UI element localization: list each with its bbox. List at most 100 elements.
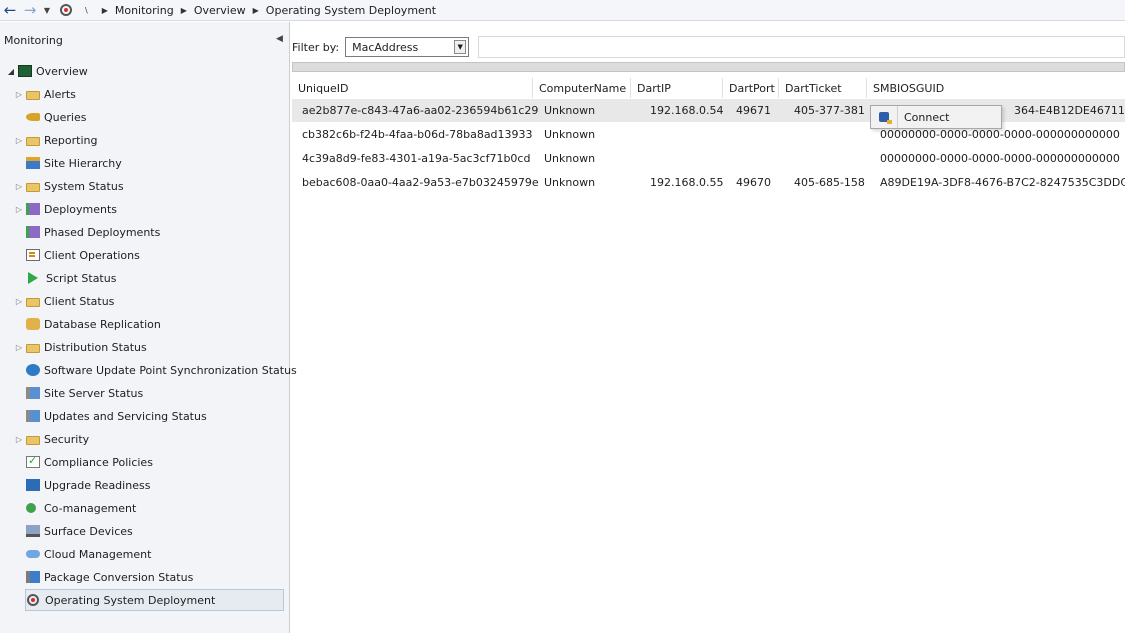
filter-value: MacAddress xyxy=(352,40,419,54)
tree-item-label: Client Status xyxy=(44,294,115,308)
tree-item-updates-servicing[interactable]: Updates and Servicing Status xyxy=(26,406,207,426)
tree-item-cloud-management[interactable]: Cloud Management xyxy=(26,544,151,564)
connect-icon xyxy=(871,106,898,128)
column-header[interactable]: SMBIOSGUID xyxy=(867,78,1125,98)
grid-toolbar xyxy=(292,62,1125,72)
column-header[interactable]: DartIP xyxy=(631,78,723,98)
chevron-down-icon[interactable]: ▼ xyxy=(454,40,467,54)
cell-uniqueid: bebac608-0aa0-4aa2-9a53-e7b03245979e xyxy=(302,176,539,189)
tree-item-database-replication[interactable]: Database Replication xyxy=(26,314,161,334)
osd-icon xyxy=(60,4,72,16)
tree-item-label: Package Conversion Status xyxy=(44,570,194,584)
tree-item-client-operations[interactable]: Client Operations xyxy=(26,245,140,265)
database-icon xyxy=(26,318,40,330)
tree-item-reporting[interactable]: ▷ Reporting xyxy=(12,130,98,150)
tree-item-label: Cloud Management xyxy=(44,547,152,561)
filter-dropdown[interactable]: MacAddress ▼ xyxy=(345,37,470,57)
tree-item-label: Queries xyxy=(44,110,87,124)
tree-item-co-management[interactable]: Co-management xyxy=(26,498,136,518)
collapse-pane-icon[interactable]: ◀ xyxy=(276,34,283,44)
back-arrow-icon[interactable]: ← xyxy=(0,0,20,20)
tree-item-label: Overview xyxy=(36,64,88,78)
tree-item-label: Deployments xyxy=(44,202,118,216)
tree-item-overview[interactable]: ◢ Overview xyxy=(4,61,88,81)
breadcrumb-arrow-icon: ▶ xyxy=(180,5,187,15)
collapsed-arrow-icon[interactable]: ▷ xyxy=(12,343,26,352)
tree-item-label: Phased Deployments xyxy=(44,225,161,239)
column-header[interactable]: ComputerName xyxy=(533,78,631,98)
osd-icon xyxy=(27,594,39,606)
cell-smbiosguid: 364-E4B12DE46711 xyxy=(1014,104,1125,117)
breadcrumb-arrow-icon: ▶ xyxy=(252,5,259,15)
cell-dartticket: 405-377-381 xyxy=(794,104,865,117)
tree-item-site-server-status[interactable]: Site Server Status xyxy=(26,383,143,403)
tree-item-label: Co-management xyxy=(44,501,137,515)
deployments-icon xyxy=(26,203,40,215)
cell-smbiosguid: A89DE19A-3DF8-4676-B7C2-8247535C3DDC xyxy=(880,176,1125,189)
tree-item-system-status[interactable]: ▷ System Status xyxy=(12,176,124,196)
column-header[interactable]: DartPort xyxy=(723,78,779,98)
cell-uniqueid: ae2b877e-c843-47a6-aa02-236594b61c29 xyxy=(302,104,539,117)
folder-icon xyxy=(26,435,40,445)
tree-item-alerts[interactable]: ▷ Alerts xyxy=(12,84,76,104)
tree-item-compliance-policies[interactable]: Compliance Policies xyxy=(26,452,153,472)
tree-item-label: Site Server Status xyxy=(44,386,144,400)
tree-item-site-hierarchy[interactable]: Site Hierarchy xyxy=(26,153,122,173)
collapsed-arrow-icon[interactable]: ▷ xyxy=(12,136,26,145)
root-separator: \ xyxy=(85,5,88,15)
tree-item-label: Script Status xyxy=(46,271,117,285)
sync-icon xyxy=(26,364,40,376)
cloud-icon xyxy=(26,550,40,558)
tree-item-upgrade-readiness[interactable]: Upgrade Readiness xyxy=(26,475,150,495)
tree-item-surface-devices[interactable]: Surface Devices xyxy=(26,521,133,541)
folder-icon xyxy=(26,297,40,307)
tree-item-label: Client Operations xyxy=(44,248,140,262)
tree-item-label: Surface Devices xyxy=(44,524,133,538)
collapsed-arrow-icon[interactable]: ▷ xyxy=(12,297,26,306)
tree-item-label: Site Hierarchy xyxy=(44,156,122,170)
query-icon xyxy=(26,113,40,121)
expanded-arrow-icon[interactable]: ◢ xyxy=(4,67,18,76)
tree-item-phased-deployments[interactable]: Phased Deployments xyxy=(26,222,160,242)
navigation-pane: Monitoring ◀ ◢ Overview ▷ Alerts Queries… xyxy=(0,22,297,633)
table-row[interactable]: 4c39a8d9-fe83-4301-a19a-5ac3cf71b0cd Unk… xyxy=(292,147,1125,170)
nav-pane-title: Monitoring xyxy=(4,34,63,47)
tree-item-operating-system-deployment[interactable]: Operating System Deployment xyxy=(25,589,284,611)
collapsed-arrow-icon[interactable]: ▷ xyxy=(12,90,26,99)
tree-item-deployments[interactable]: ▷ Deployments xyxy=(12,199,117,219)
cell-dartip: 192.168.0.54 xyxy=(650,104,724,117)
tree-item-sup-sync-status[interactable]: Software Update Point Synchronization St… xyxy=(26,360,297,380)
context-menu-connect[interactable]: Connect xyxy=(898,111,949,124)
column-header[interactable]: UniqueID xyxy=(292,78,533,98)
column-header[interactable]: DartTicket xyxy=(779,78,867,98)
tree-item-client-status[interactable]: ▷ Client Status xyxy=(12,291,114,311)
tree-item-distribution-status[interactable]: ▷ Distribution Status xyxy=(12,337,147,357)
tree-item-label: Operating System Deployment xyxy=(45,593,216,607)
folder-icon xyxy=(26,136,40,146)
cell-computername: Unknown xyxy=(544,104,596,117)
folder-icon xyxy=(26,90,40,100)
cell-computername: Unknown xyxy=(544,128,596,141)
cell-dartport: 49670 xyxy=(736,176,771,189)
client-operations-icon xyxy=(26,249,40,261)
collapsed-arrow-icon[interactable]: ▷ xyxy=(12,205,26,214)
history-dropdown-icon[interactable]: ▼ xyxy=(40,6,54,15)
overview-icon xyxy=(18,65,32,77)
tree-item-script-status[interactable]: Script Status xyxy=(26,268,116,288)
tree-item-queries[interactable]: Queries xyxy=(26,107,86,127)
tree-item-security[interactable]: ▷ Security xyxy=(12,429,89,449)
breadcrumb-monitoring[interactable]: Monitoring xyxy=(115,4,174,17)
tree-item-package-conversion[interactable]: Package Conversion Status xyxy=(26,567,193,587)
collapsed-arrow-icon[interactable]: ▷ xyxy=(12,435,26,444)
cell-dartticket: 405-685-158 xyxy=(794,176,865,189)
breadcrumb-osd[interactable]: Operating System Deployment xyxy=(266,4,436,17)
surface-device-icon xyxy=(26,525,40,537)
table-row[interactable]: bebac608-0aa0-4aa2-9a53-e7b03245979e Unk… xyxy=(292,171,1125,194)
breadcrumb-overview[interactable]: Overview xyxy=(194,4,246,17)
tree-item-label: Security xyxy=(44,432,90,446)
filter-input[interactable] xyxy=(478,36,1125,58)
tree-item-label: Reporting xyxy=(44,133,98,147)
forward-arrow-icon[interactable]: → xyxy=(20,0,40,20)
collapsed-arrow-icon[interactable]: ▷ xyxy=(12,182,26,191)
folder-icon xyxy=(26,182,40,192)
